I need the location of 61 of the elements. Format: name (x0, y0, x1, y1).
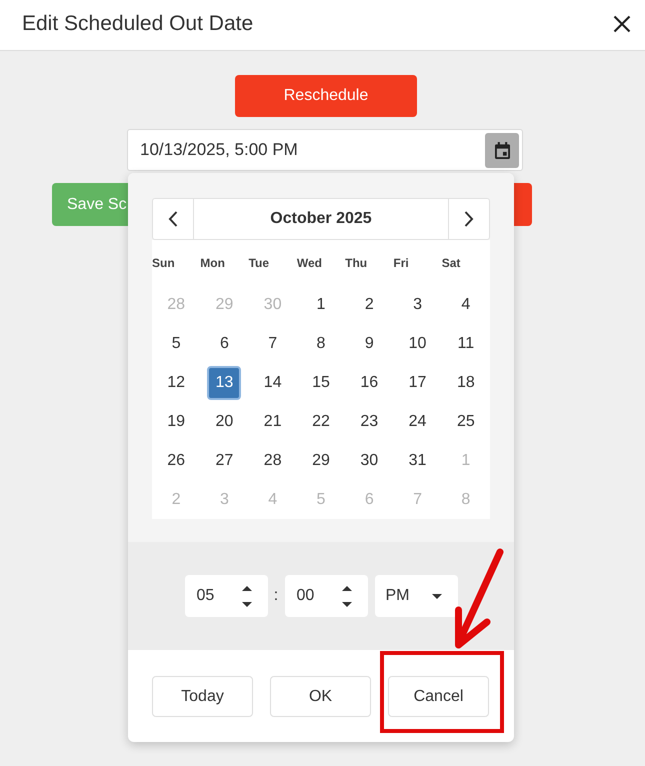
time-spinner-field[interactable]: 05 (184, 575, 268, 617)
calendar-day[interactable]: 30 (352, 444, 386, 478)
calendar-button[interactable] (485, 132, 519, 168)
calendar-day[interactable]: 7 (256, 326, 290, 360)
weekday-label: Thu (345, 256, 368, 270)
weekday-label: Fri (393, 256, 409, 270)
calendar-day[interactable]: 10 (400, 326, 435, 360)
caret-up-icon[interactable] (342, 586, 352, 590)
calendar-day[interactable]: 21 (256, 404, 290, 438)
caret-down-icon[interactable] (342, 602, 352, 606)
calendar-day[interactable]: 25 (448, 404, 483, 438)
period-dropdown[interactable]: PM (374, 575, 458, 617)
weekday-label: Sat (442, 256, 460, 270)
caret-down-icon (432, 594, 442, 598)
caret-down-icon[interactable] (242, 602, 252, 606)
reschedule-button[interactable]: Reschedule (235, 75, 417, 117)
today-button[interactable]: Today (152, 676, 253, 717)
chevron-right-icon (464, 211, 474, 227)
month-title[interactable]: October 2025 (194, 198, 448, 240)
calendar-day[interactable]: 26 (159, 444, 194, 478)
calendar-icon (494, 142, 510, 158)
calendar-day[interactable]: 19 (159, 404, 194, 438)
calendar-day[interactable]: 8 (304, 326, 338, 360)
date-time-field[interactable]: 10/13/2025, 5:00 PM (127, 129, 523, 171)
weekday-label: Sun (152, 256, 175, 270)
calendar-day[interactable]: 12 (159, 366, 194, 400)
next-month-button[interactable] (448, 198, 490, 240)
calendar-day[interactable]: 24 (400, 404, 435, 438)
calendar-day[interactable]: 9 (352, 326, 386, 360)
cancel-button[interactable]: Cancel (388, 676, 489, 717)
calendar-day[interactable]: 11 (448, 326, 483, 360)
calendar-day[interactable]: 3 (400, 288, 435, 322)
calendar-day[interactable]: 17 (400, 366, 435, 400)
calendar-day[interactable]: 16 (352, 366, 386, 400)
calendar-day[interactable]: 14 (256, 366, 290, 400)
calendar-day[interactable]: 6 (207, 326, 242, 360)
time-spinner-field[interactable]: 00 (284, 575, 368, 617)
calendar-day[interactable]: 27 (207, 444, 242, 478)
calendar-day[interactable]: 4 (448, 288, 483, 322)
calendar-day[interactable]: 20 (207, 404, 242, 438)
calendar-day[interactable]: 23 (352, 404, 386, 438)
time-separator: : (272, 587, 280, 605)
calendar-day[interactable]: 18 (448, 366, 483, 400)
previous-month-button[interactable] (152, 198, 194, 240)
ok-button[interactable]: OK (270, 676, 371, 717)
calendar-day[interactable]: 13 (207, 366, 242, 400)
dialog-title: Edit Scheduled Out Date (22, 12, 254, 36)
calendar-day[interactable]: 15 (304, 366, 338, 400)
caret-up-icon[interactable] (242, 586, 252, 590)
weekday-label: Wed (296, 256, 322, 270)
close-icon[interactable] (613, 15, 631, 33)
calendar-day[interactable]: 5 (159, 326, 194, 360)
calendar-day[interactable]: 2 (352, 288, 386, 322)
chevron-left-icon (168, 211, 178, 227)
calendar-day[interactable]: 1 (304, 288, 338, 322)
calendar-day[interactable]: 28 (256, 444, 290, 478)
weekday-label: Mon (200, 256, 225, 270)
calendar-day[interactable]: 31 (400, 444, 435, 478)
calendar-day[interactable]: 29 (304, 444, 338, 478)
calendar-day[interactable]: 22 (304, 404, 338, 438)
weekday-label: Tue (248, 256, 270, 270)
